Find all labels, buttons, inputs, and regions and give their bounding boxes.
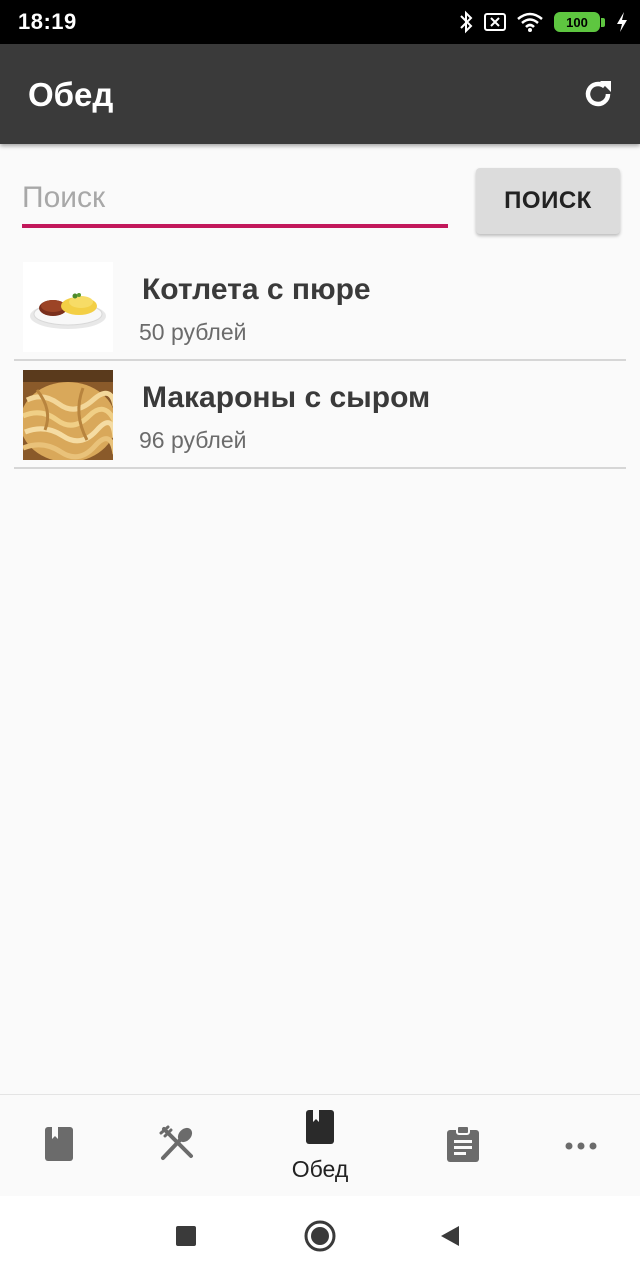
fork-spoon-icon bbox=[158, 1125, 196, 1168]
wifi-icon bbox=[516, 11, 544, 33]
sim-off-icon bbox=[484, 12, 506, 32]
nav-item-book[interactable] bbox=[28, 1095, 90, 1197]
bluetooth-icon bbox=[458, 10, 474, 34]
food-list: Котлета с пюре 50 рублей Макароны с сыро… bbox=[14, 253, 626, 469]
search-underline bbox=[22, 224, 448, 228]
nav-item-lunch[interactable]: Обед bbox=[270, 1095, 370, 1197]
status-icons: 100 bbox=[458, 9, 628, 35]
book-active-icon bbox=[305, 1109, 335, 1150]
item-name: Макароны с сыром bbox=[142, 381, 431, 414]
refresh-icon bbox=[581, 77, 615, 116]
search-input[interactable] bbox=[22, 172, 448, 224]
search-button[interactable]: ПОИСК bbox=[476, 168, 620, 234]
battery-icon: 100 bbox=[554, 11, 606, 33]
back-button[interactable] bbox=[428, 1216, 472, 1260]
recents-button[interactable] bbox=[164, 1216, 208, 1260]
pasta-with-cheese-photo bbox=[23, 370, 113, 460]
charging-icon bbox=[616, 11, 628, 33]
item-price: 50 рублей bbox=[139, 319, 247, 345]
list-item[interactable]: Котлета с пюре 50 рублей bbox=[14, 253, 626, 361]
battery-level: 100 bbox=[554, 12, 600, 32]
refresh-button[interactable] bbox=[576, 74, 620, 118]
clipboard-icon bbox=[446, 1124, 480, 1168]
status-bar: 18:19 100 bbox=[0, 0, 640, 44]
nav-item-food[interactable] bbox=[146, 1095, 208, 1197]
recents-square-icon bbox=[175, 1225, 197, 1252]
nav-item-more[interactable] bbox=[550, 1095, 612, 1197]
nav-item-clipboard[interactable] bbox=[432, 1095, 494, 1197]
nav-label-lunch: Обед bbox=[291, 1156, 349, 1182]
search-field bbox=[22, 172, 448, 228]
bottom-navigation: Обед bbox=[0, 1094, 640, 1196]
home-button[interactable] bbox=[298, 1216, 342, 1260]
page-title: Обед bbox=[28, 76, 114, 113]
more-icon bbox=[565, 1137, 597, 1155]
home-circle-icon bbox=[303, 1219, 337, 1258]
list-item[interactable]: Макароны с сыром 96 рублей bbox=[14, 361, 626, 469]
back-triangle-icon bbox=[439, 1224, 461, 1253]
system-navigation-bar bbox=[0, 1196, 640, 1280]
status-time: 18:19 bbox=[18, 9, 77, 34]
app-bar: Обед bbox=[0, 44, 640, 144]
book-icon bbox=[43, 1125, 75, 1168]
item-name: Котлета с пюре bbox=[142, 273, 371, 306]
item-price: 96 рублей bbox=[139, 427, 247, 453]
cutlet-with-mash-photo bbox=[23, 262, 113, 352]
